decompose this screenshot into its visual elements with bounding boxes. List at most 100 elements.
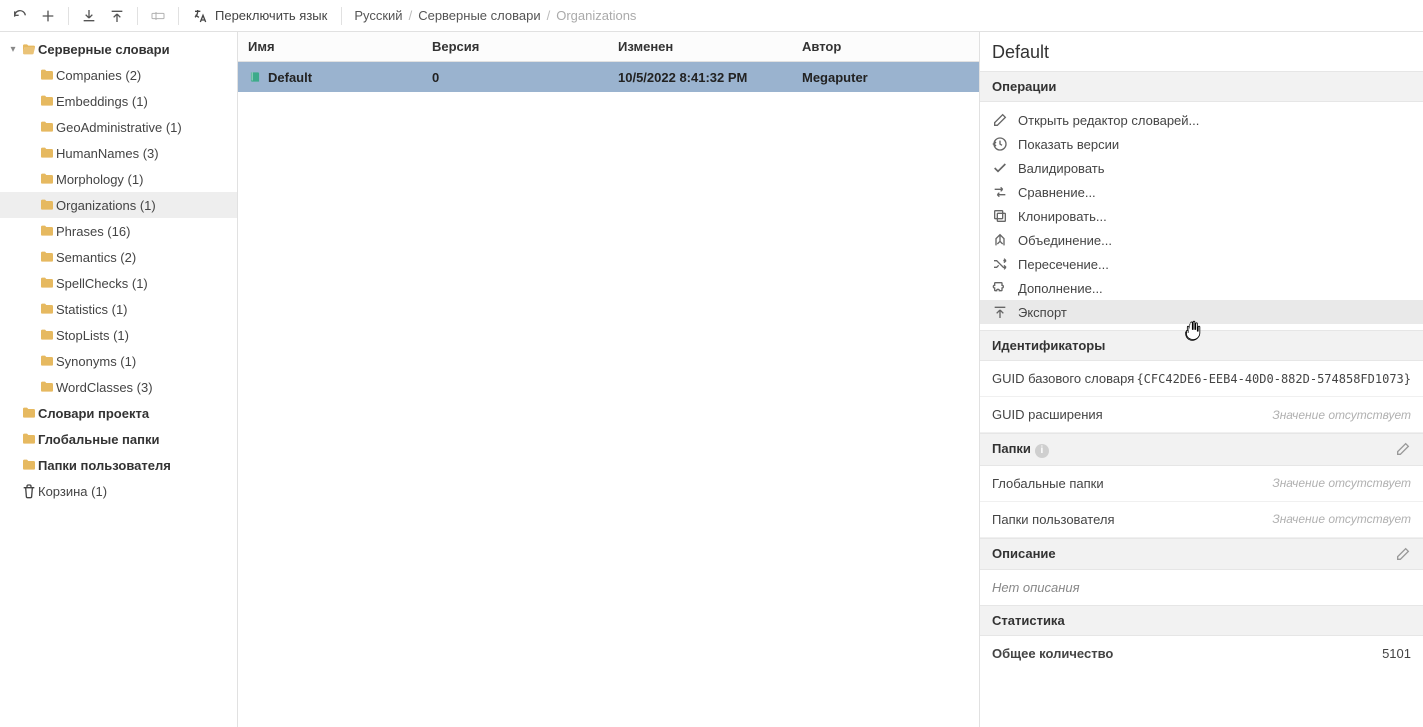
col-header-author[interactable]: Автор xyxy=(792,39,979,54)
download-button[interactable] xyxy=(75,2,103,30)
sidebar-item[interactable]: Словари проекта xyxy=(0,400,237,426)
sidebar-item-humannames[interactable]: HumanNames (3) xyxy=(0,140,237,166)
trash-icon xyxy=(21,483,37,499)
sidebar-item-embeddings[interactable]: Embeddings (1) xyxy=(0,88,237,114)
switch-language-button[interactable]: Переключить язык xyxy=(185,2,335,30)
operation-label: Объединение... xyxy=(1018,233,1112,248)
cell-modified: 10/5/2022 8:41:32 PM xyxy=(608,70,792,85)
section-folders: Папкиi xyxy=(980,433,1423,466)
folder-icon xyxy=(39,379,55,395)
sidebar-item-stoplists[interactable]: StopLists (1) xyxy=(0,322,237,348)
sidebar-item-synonyms[interactable]: Synonyms (1) xyxy=(0,348,237,374)
sidebar-item-spellchecks[interactable]: SpellChecks (1) xyxy=(0,270,237,296)
sidebar-item[interactable]: Глобальные папки xyxy=(0,426,237,452)
operation-merge[interactable]: Объединение... xyxy=(980,228,1423,252)
separator xyxy=(178,7,179,25)
operation-copy[interactable]: Клонировать... xyxy=(980,204,1423,228)
operation-shuffle[interactable]: Пересечение... xyxy=(980,252,1423,276)
pencil-icon xyxy=(992,112,1008,128)
rename-button[interactable] xyxy=(144,2,172,30)
sidebar-item-label: Папки пользователя xyxy=(38,458,171,473)
download-icon xyxy=(81,8,97,24)
breadcrumb-root[interactable]: Русский xyxy=(354,8,402,23)
sidebar-item-label: Semantics (2) xyxy=(56,250,136,265)
edit-folders-button[interactable] xyxy=(1395,441,1411,457)
folder-icon xyxy=(39,223,55,239)
row-ext-guid: GUID расширения Значение отсутствует xyxy=(980,397,1423,433)
copy-icon xyxy=(992,208,1008,224)
operation-history[interactable]: Показать версии xyxy=(980,132,1423,156)
tree-trash-label: Корзина (1) xyxy=(38,484,107,499)
total-count-value: 5101 xyxy=(1382,646,1411,661)
edit-description-button[interactable] xyxy=(1395,546,1411,562)
sidebar-item[interactable]: Папки пользователя xyxy=(0,452,237,478)
ext-guid-value: Значение отсутствует xyxy=(1272,408,1411,422)
dictionary-grid: Имя Версия Изменен Автор Default 0 10/5/… xyxy=(238,32,980,727)
operation-compare[interactable]: Сравнение... xyxy=(980,180,1423,204)
sidebar-item-wordclasses[interactable]: WordClasses (3) xyxy=(0,374,237,400)
sidebar-item-semantics[interactable]: Semantics (2) xyxy=(0,244,237,270)
tree-root-server-dicts[interactable]: ▾ Серверные словари xyxy=(0,36,237,62)
check-icon xyxy=(992,160,1008,176)
grid-body: Default 0 10/5/2022 8:41:32 PM Megaputer xyxy=(238,62,979,727)
plus-icon xyxy=(40,8,56,24)
total-count-label: Общее количество xyxy=(992,646,1113,661)
operation-check[interactable]: Валидировать xyxy=(980,156,1423,180)
operation-upload[interactable]: Экспорт xyxy=(980,300,1423,324)
sidebar-item-organizations[interactable]: Organizations (1) xyxy=(0,192,237,218)
tree-trash[interactable]: Корзина (1) xyxy=(0,478,237,504)
sidebar-item-label: Synonyms (1) xyxy=(56,354,136,369)
chevron-down-icon[interactable]: ▾ xyxy=(6,44,20,55)
separator xyxy=(341,7,342,25)
ext-guid-label: GUID расширения xyxy=(992,407,1103,422)
sidebar-item-geoadministrative[interactable]: GeoAdministrative (1) xyxy=(0,114,237,140)
folder-icon xyxy=(39,119,55,135)
refresh-button[interactable] xyxy=(6,2,34,30)
operation-label: Показать версии xyxy=(1018,137,1119,152)
operation-label: Клонировать... xyxy=(1018,209,1107,224)
operation-pencil[interactable]: Открыть редактор словарей... xyxy=(980,108,1423,132)
breadcrumb-parent[interactable]: Серверные словари xyxy=(418,8,540,23)
compare-icon xyxy=(992,184,1008,200)
section-description: Описание xyxy=(980,538,1423,570)
folder-icon xyxy=(39,197,55,213)
global-folders-label: Глобальные папки xyxy=(992,476,1104,491)
sidebar-item-label: SpellChecks (1) xyxy=(56,276,148,291)
folder-icon xyxy=(21,457,37,473)
operation-label: Открыть редактор словарей... xyxy=(1018,113,1199,128)
description-empty: Нет описания xyxy=(980,570,1423,605)
base-guid-label: GUID базового словаря xyxy=(992,371,1134,386)
sidebar-item-label: GeoAdministrative (1) xyxy=(56,120,182,135)
sidebar-item-morphology[interactable]: Morphology (1) xyxy=(0,166,237,192)
table-row[interactable]: Default 0 10/5/2022 8:41:32 PM Megaputer xyxy=(238,62,979,92)
operation-label: Валидировать xyxy=(1018,161,1105,176)
section-ids: Идентификаторы xyxy=(980,330,1423,361)
breadcrumb-current: Organizations xyxy=(556,8,636,23)
breadcrumb: Русский / Серверные словари / Organizati… xyxy=(348,8,636,23)
tree-root-label: Серверные словари xyxy=(38,42,170,57)
dictionary-icon xyxy=(248,70,262,84)
rename-icon xyxy=(150,8,166,24)
user-folders-label: Папки пользователя xyxy=(992,512,1115,527)
toolbar: Переключить язык Русский / Серверные сло… xyxy=(0,0,1423,32)
info-icon[interactable]: i xyxy=(1035,444,1049,458)
col-header-name[interactable]: Имя xyxy=(238,39,422,54)
base-guid-value: {CFC42DE6-EEB4-40D0-882D-574858FD1073} xyxy=(1136,372,1411,386)
col-header-modified[interactable]: Изменен xyxy=(608,39,792,54)
sidebar-item-phrases[interactable]: Phrases (16) xyxy=(0,218,237,244)
sidebar: ▾ Серверные словари Companies (2) Embedd… xyxy=(0,32,238,727)
col-header-version[interactable]: Версия xyxy=(422,39,608,54)
sidebar-item-label: StopLists (1) xyxy=(56,328,129,343)
row-base-guid: GUID базового словаря {CFC42DE6-EEB4-40D… xyxy=(980,361,1423,397)
language-icon xyxy=(193,8,209,24)
operation-puzzle[interactable]: Дополнение... xyxy=(980,276,1423,300)
sidebar-item-label: HumanNames (3) xyxy=(56,146,159,161)
upload-button[interactable] xyxy=(103,2,131,30)
upload-icon xyxy=(992,304,1008,320)
add-button[interactable] xyxy=(34,2,62,30)
row-total-count: Общее количество 5101 xyxy=(980,636,1423,671)
sidebar-item-companies[interactable]: Companies (2) xyxy=(0,62,237,88)
sidebar-item-statistics[interactable]: Statistics (1) xyxy=(0,296,237,322)
breadcrumb-separator: / xyxy=(547,8,551,23)
folder-icon xyxy=(39,93,55,109)
